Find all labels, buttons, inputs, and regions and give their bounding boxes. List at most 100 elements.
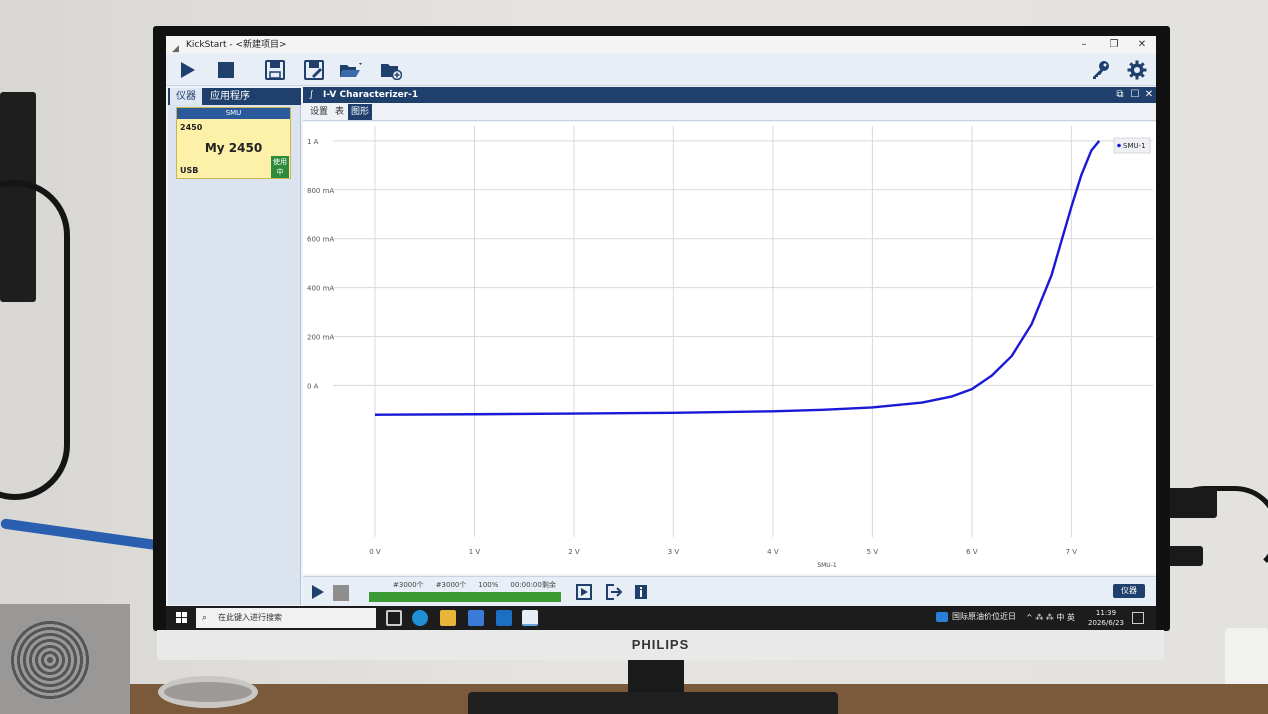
license-button[interactable] bbox=[1088, 58, 1114, 82]
popout-button[interactable]: ⧉ bbox=[1113, 88, 1127, 102]
new-folder-button[interactable] bbox=[378, 58, 404, 82]
x-tick-label: 1 V bbox=[469, 548, 481, 556]
clock-time: 11:39 bbox=[1095, 609, 1117, 617]
taskbar-search-box[interactable]: ⌕ 在此键入进行搜索 bbox=[196, 608, 376, 628]
run-button[interactable] bbox=[174, 58, 200, 82]
tab-applications[interactable]: 应用程序 bbox=[204, 88, 256, 105]
save-icon bbox=[265, 60, 285, 80]
y-tick-label: 600 mA bbox=[307, 236, 334, 244]
instrument-name: My 2450 bbox=[204, 141, 263, 155]
settings-button[interactable] bbox=[1124, 58, 1150, 82]
store-icon[interactable] bbox=[468, 610, 484, 626]
instrument-connection: USB bbox=[180, 166, 199, 175]
progress-bar bbox=[369, 592, 561, 602]
x-tick-label: 7 V bbox=[1066, 548, 1078, 556]
graph-area[interactable]: 0 V 1 V 2 V 3 V 4 V 5 V 6 V 7 V 0 A 200 mA 400 mA 6… bbox=[303, 122, 1156, 574]
notification-icon[interactable] bbox=[1132, 612, 1144, 624]
instrument-card-2450[interactable]: SMU 2450 My 2450 USB 使用 中 bbox=[176, 107, 291, 179]
tab-table[interactable]: 表 bbox=[332, 104, 347, 120]
clock-date: 2026/6/23 bbox=[1088, 619, 1124, 627]
y-tick-label: 1 A bbox=[307, 138, 319, 146]
news-widget[interactable]: 国际原油价位近日 bbox=[936, 611, 1016, 622]
series-line-smu-1 bbox=[374, 140, 1101, 416]
points-done: #3000个 bbox=[393, 581, 424, 589]
open-folder-icon bbox=[340, 63, 362, 77]
save-as-button[interactable] bbox=[301, 58, 327, 82]
y-tick-label: 0 A bbox=[307, 382, 319, 390]
document-title: I-V Characterizer-1 bbox=[323, 90, 419, 100]
maximize-button[interactable]: ☐ bbox=[1128, 88, 1142, 102]
info-icon bbox=[635, 585, 647, 599]
window-titlebar: ◢ KickStart - <新建项目> – ❐ ✕ bbox=[166, 36, 1156, 54]
save-as-icon bbox=[304, 60, 324, 80]
x-axis-label: SMU-1 bbox=[817, 562, 837, 569]
progress-percent: 100% bbox=[478, 581, 499, 589]
news-text: 国际原油价位近日 bbox=[952, 612, 1016, 621]
instrument-list bbox=[168, 105, 301, 605]
play-icon bbox=[181, 62, 195, 78]
search-placeholder: 在此键入进行搜索 bbox=[218, 613, 282, 622]
x-tick-label: 6 V bbox=[966, 548, 978, 556]
progress-fill bbox=[369, 592, 561, 602]
run-stats: #3000个 #3000个 100% 00:00:00剩余 bbox=[393, 580, 568, 590]
system-tray[interactable]: ^ ⁂ ⁂ 中 英 bbox=[1026, 612, 1075, 623]
status-line-2: 中 bbox=[276, 168, 284, 176]
edge-browser-icon[interactable] bbox=[412, 610, 428, 626]
news-icon bbox=[936, 611, 948, 622]
file-explorer-icon[interactable] bbox=[440, 610, 456, 626]
windows-start-icon[interactable] bbox=[176, 612, 188, 624]
monitor-stand-base bbox=[468, 692, 838, 714]
iv-curve-icon: ∫ bbox=[309, 90, 314, 100]
legend-marker bbox=[1117, 143, 1121, 148]
instrument-model: 2450 bbox=[180, 123, 203, 132]
tab-graph[interactable]: 图形 bbox=[348, 104, 373, 120]
cable-plug-2 bbox=[1165, 546, 1203, 566]
stop-icon bbox=[218, 62, 234, 78]
points-total: #3000个 bbox=[435, 581, 467, 589]
left-panel-tabs: 仪器 应用程序 bbox=[168, 88, 301, 105]
screen: ◢ KickStart - <新建项目> – ❐ ✕ 仪器 应用程序 SMU 2… bbox=[166, 36, 1156, 630]
iv-chart: 0 V 1 V 2 V 3 V 4 V 5 V 6 V 7 V 0 A 200 mA 400 mA 6… bbox=[307, 126, 1153, 569]
instrument-status-badge: 使用 中 bbox=[271, 156, 289, 178]
stop-button[interactable] bbox=[333, 585, 349, 601]
step-run-button[interactable] bbox=[575, 583, 593, 601]
info-button[interactable] bbox=[632, 583, 650, 601]
play-icon[interactable] bbox=[311, 584, 325, 600]
fan-grille bbox=[8, 618, 92, 702]
restore-button[interactable]: ❐ bbox=[1100, 36, 1128, 54]
instrument-panel-button[interactable]: 仪器 bbox=[1113, 584, 1145, 598]
taskbar-clock[interactable]: 11:39 2026/6/23 bbox=[1084, 608, 1128, 628]
open-button[interactable] bbox=[338, 58, 364, 82]
tab-instruments[interactable]: 仪器 bbox=[170, 88, 202, 105]
document-titlebar: ∫ I-V Characterizer-1 ⧉ ☐ ✕ bbox=[303, 87, 1156, 103]
search-icon: ⌕ bbox=[202, 613, 208, 623]
windows-taskbar: ⌕ 在此键入进行搜索 国际原油价位近日 ^ ⁂ ⁂ 中 英 11:39 2026… bbox=[166, 606, 1156, 630]
stop-button[interactable] bbox=[213, 58, 239, 82]
instrument-type-label: SMU bbox=[177, 108, 290, 119]
y-tick-label: 200 mA bbox=[307, 334, 334, 342]
y-tick-label: 400 mA bbox=[307, 285, 334, 293]
export-button[interactable] bbox=[606, 583, 624, 601]
save-button[interactable] bbox=[262, 58, 288, 82]
x-tick-label: 5 V bbox=[867, 548, 879, 556]
add-folder-icon bbox=[381, 64, 402, 80]
mail-icon[interactable] bbox=[496, 610, 512, 626]
legend-label: SMU-1 bbox=[1123, 142, 1146, 150]
close-document-button[interactable]: ✕ bbox=[1142, 88, 1156, 102]
document-tabs: 设置 表 图形 bbox=[303, 103, 1156, 121]
status-line-1: 使用 bbox=[273, 158, 287, 166]
close-button[interactable]: ✕ bbox=[1128, 36, 1156, 54]
monitor-brand: PHILIPS bbox=[631, 637, 690, 652]
black-cable bbox=[0, 180, 70, 500]
key-icon bbox=[1093, 61, 1109, 79]
tab-settings[interactable]: 设置 bbox=[307, 104, 331, 120]
desk-grommet bbox=[158, 676, 258, 708]
run-bar: #3000个 #3000个 100% 00:00:00剩余 仪器 bbox=[303, 576, 1156, 606]
toolbar bbox=[166, 54, 1156, 86]
x-tick-label: 0 V bbox=[369, 548, 381, 556]
task-view-icon[interactable] bbox=[386, 610, 402, 626]
minimize-button[interactable]: – bbox=[1070, 36, 1098, 54]
step-play-icon bbox=[576, 584, 592, 600]
y-tick-label: 800 mA bbox=[307, 187, 334, 195]
kickstart-taskbar-icon[interactable] bbox=[522, 610, 538, 626]
